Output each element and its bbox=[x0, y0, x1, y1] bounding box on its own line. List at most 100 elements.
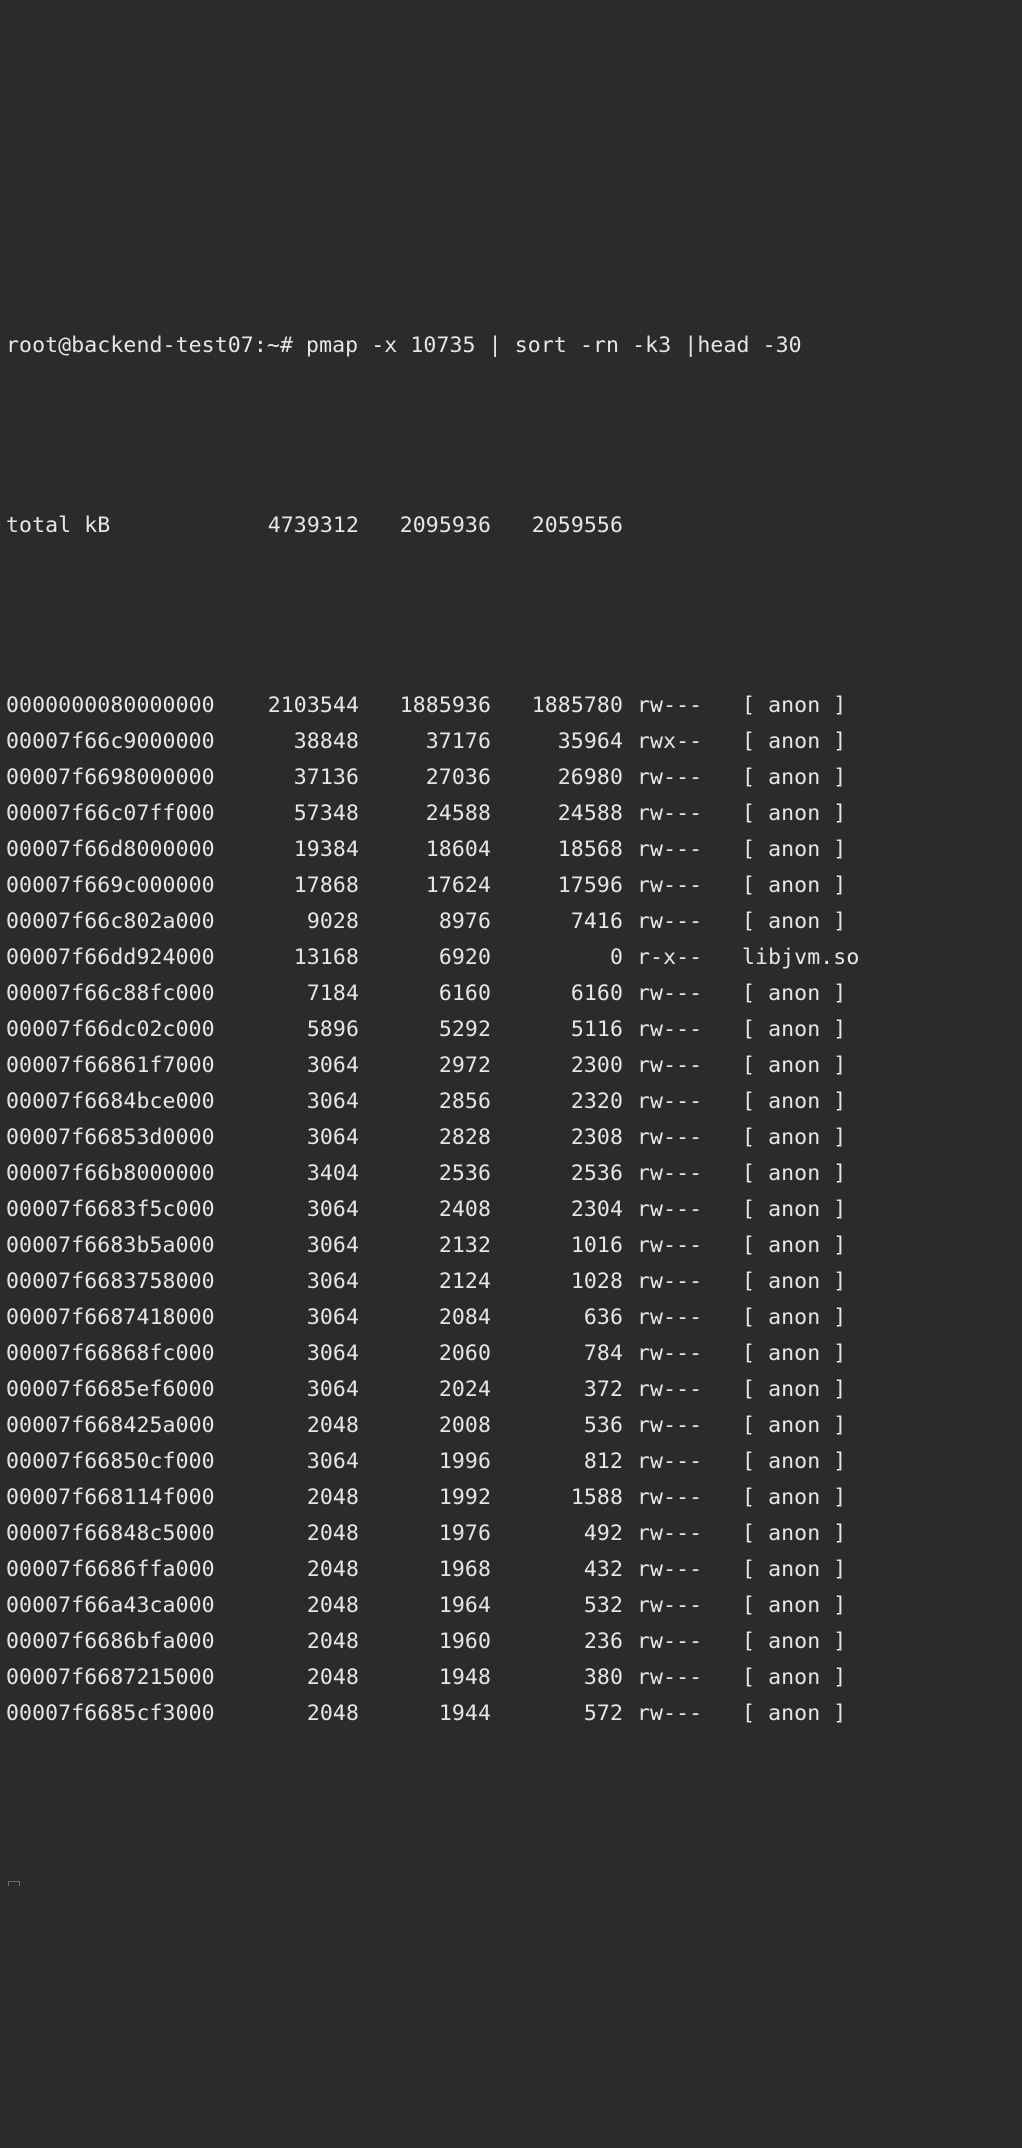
col-rss: 1968 bbox=[359, 1552, 491, 1588]
col-mapping: [ anon ] bbox=[742, 1372, 846, 1408]
col-mapping: [ anon ] bbox=[742, 1588, 846, 1624]
table-row: 00007f669c000000178681762417596rw--- [ a… bbox=[6, 868, 1016, 904]
col-address: 00007f66d8000000 bbox=[6, 832, 216, 868]
col-kbytes: 2048 bbox=[216, 1696, 359, 1732]
col-address: 00007f66861f7000 bbox=[6, 1048, 216, 1084]
col-rss: 2972 bbox=[359, 1048, 491, 1084]
col-mapping: [ anon ] bbox=[742, 1408, 846, 1444]
col-mapping: [ anon ] bbox=[742, 1660, 846, 1696]
table-row: 00007f66848c500020481976492rw--- [ anon … bbox=[6, 1516, 1016, 1552]
col-kbytes: 2103544 bbox=[216, 688, 359, 724]
col-address: 00007f66848c5000 bbox=[6, 1516, 216, 1552]
col-spacer bbox=[722, 1228, 742, 1264]
col-kbytes: 38848 bbox=[216, 724, 359, 760]
col-mode: rw--- bbox=[637, 1696, 722, 1732]
col-spacer bbox=[722, 1444, 742, 1480]
cursor-icon bbox=[8, 1881, 20, 1886]
col-mapping: libjvm.so bbox=[742, 940, 859, 976]
col-dirty: 17596 bbox=[491, 868, 623, 904]
table-row: 00007f6686ffa00020481968432rw--- [ anon … bbox=[6, 1552, 1016, 1588]
col-rss: 18604 bbox=[359, 832, 491, 868]
col-spacer bbox=[722, 904, 742, 940]
col-mode: rw--- bbox=[637, 1336, 722, 1372]
col-mapping: [ anon ] bbox=[742, 1444, 846, 1480]
col-rss: 1885936 bbox=[359, 688, 491, 724]
col-rss: 24588 bbox=[359, 796, 491, 832]
col-mapping: [ anon ] bbox=[742, 976, 846, 1012]
col-spacer bbox=[722, 1336, 742, 1372]
col-dirty: 0 bbox=[491, 940, 623, 976]
col-rss: 1948 bbox=[359, 1660, 491, 1696]
col-dirty: 380 bbox=[491, 1660, 623, 1696]
col-mapping: [ anon ] bbox=[742, 904, 846, 940]
col-dirty: 812 bbox=[491, 1444, 623, 1480]
col-rss: 2408 bbox=[359, 1192, 491, 1228]
col-dirty: 536 bbox=[491, 1408, 623, 1444]
col-mode: rw--- bbox=[637, 1372, 722, 1408]
col-kbytes: 9028 bbox=[216, 904, 359, 940]
col-rss: 1960 bbox=[359, 1624, 491, 1660]
col-rss: 2828 bbox=[359, 1120, 491, 1156]
col-kbytes: 13168 bbox=[216, 940, 359, 976]
col-dirty: 236 bbox=[491, 1624, 623, 1660]
col-kbytes: 5896 bbox=[216, 1012, 359, 1048]
col-mapping: [ anon ] bbox=[742, 1624, 846, 1660]
col-rss: 2856 bbox=[359, 1084, 491, 1120]
next-prompt-line bbox=[6, 1876, 1016, 1886]
col-mapping: [ anon ] bbox=[742, 1696, 846, 1732]
col-mapping: [ anon ] bbox=[742, 796, 846, 832]
col-dirty: 7416 bbox=[491, 904, 623, 940]
col-spacer bbox=[722, 1408, 742, 1444]
col-mode: rw--- bbox=[637, 1264, 722, 1300]
col-mapping: [ anon ] bbox=[742, 1264, 846, 1300]
col-mapping: [ anon ] bbox=[742, 1012, 846, 1048]
table-row: 00007f6683b5a000306421321016rw--- [ anon… bbox=[6, 1228, 1016, 1264]
col-rss: 2024 bbox=[359, 1372, 491, 1408]
table-row: 00007f668721500020481948380rw--- [ anon … bbox=[6, 1660, 1016, 1696]
total-kb: 4739312 bbox=[117, 508, 359, 544]
col-dirty: 18568 bbox=[491, 832, 623, 868]
col-mapping: [ anon ] bbox=[742, 1516, 846, 1552]
col-dirty: 492 bbox=[491, 1516, 623, 1552]
col-mode: rw--- bbox=[637, 1048, 722, 1084]
col-mode: rw--- bbox=[637, 1408, 722, 1444]
col-spacer bbox=[722, 796, 742, 832]
col-spacer bbox=[722, 1624, 742, 1660]
col-dirty: 35964 bbox=[491, 724, 623, 760]
col-mapping: [ anon ] bbox=[742, 868, 846, 904]
col-address: 00007f6686bfa000 bbox=[6, 1624, 216, 1660]
col-mapping: [ anon ] bbox=[742, 1480, 846, 1516]
table-row: 00007f6698000000371362703626980rw--- [ a… bbox=[6, 760, 1016, 796]
col-mode: rw--- bbox=[637, 1012, 722, 1048]
col-rss: 5292 bbox=[359, 1012, 491, 1048]
table-row: 00007f66c07ff000573482458824588rw--- [ a… bbox=[6, 796, 1016, 832]
col-spacer bbox=[722, 832, 742, 868]
col-address: 00007f669c000000 bbox=[6, 868, 216, 904]
table-row: 00007f6685cf300020481944572rw--- [ anon … bbox=[6, 1696, 1016, 1732]
col-dirty: 2304 bbox=[491, 1192, 623, 1228]
col-mode: rw--- bbox=[637, 832, 722, 868]
col-address: 00007f66a43ca000 bbox=[6, 1588, 216, 1624]
col-kbytes: 3064 bbox=[216, 1372, 359, 1408]
prompt-colon: : bbox=[254, 333, 267, 358]
terminal-output[interactable]: root@backend-test07:~# pmap -x 10735 | s… bbox=[0, 180, 1022, 1968]
col-address: 00007f6686ffa000 bbox=[6, 1552, 216, 1588]
table-row: 00007f66dd9240001316869200r-x--libjvm.so bbox=[6, 940, 1016, 976]
col-mapping: [ anon ] bbox=[742, 1084, 846, 1120]
col-address: 00007f668425a000 bbox=[6, 1408, 216, 1444]
col-rss: 6920 bbox=[359, 940, 491, 976]
col-rss: 2536 bbox=[359, 1156, 491, 1192]
col-address: 00007f66850cf000 bbox=[6, 1444, 216, 1480]
col-dirty: 636 bbox=[491, 1300, 623, 1336]
col-kbytes: 37136 bbox=[216, 760, 359, 796]
col-spacer bbox=[722, 1300, 742, 1336]
col-rss: 2124 bbox=[359, 1264, 491, 1300]
table-row: 00007f6684bce000306428562320rw--- [ anon… bbox=[6, 1084, 1016, 1120]
col-kbytes: 3404 bbox=[216, 1156, 359, 1192]
col-dirty: 2308 bbox=[491, 1120, 623, 1156]
col-address: 00007f66dd924000 bbox=[6, 940, 216, 976]
col-mode: rw--- bbox=[637, 688, 722, 724]
col-dirty: 2300 bbox=[491, 1048, 623, 1084]
col-spacer bbox=[722, 724, 742, 760]
col-spacer bbox=[722, 1660, 742, 1696]
